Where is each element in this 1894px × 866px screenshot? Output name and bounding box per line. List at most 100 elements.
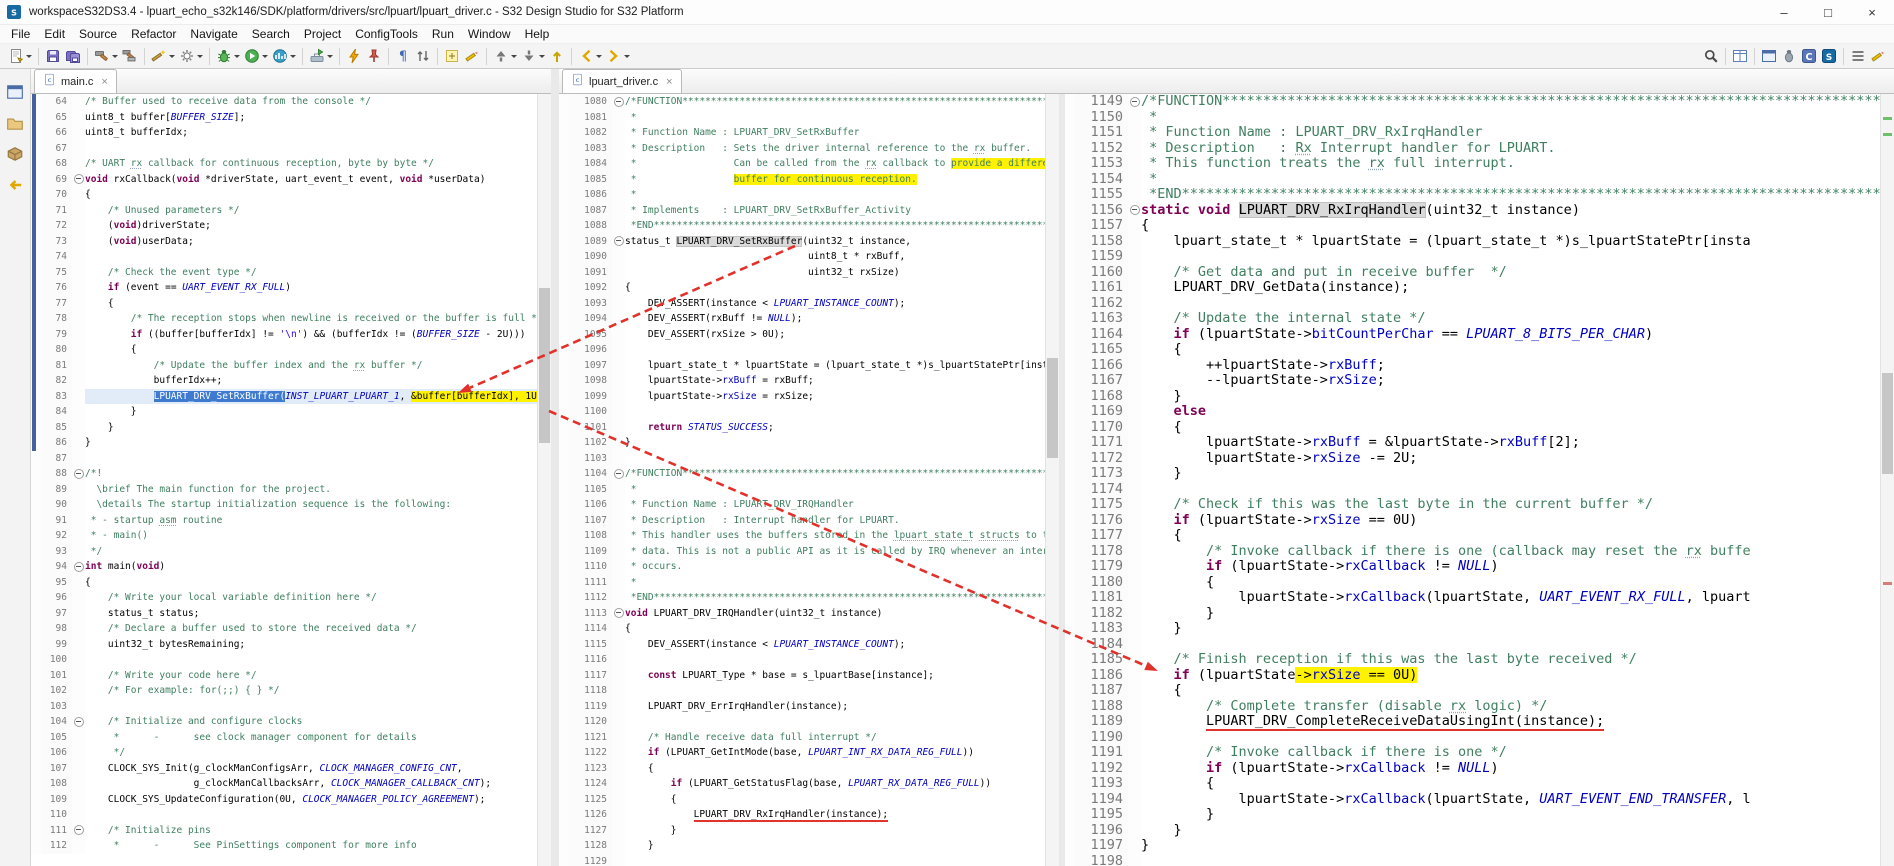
fold-column[interactable] xyxy=(612,94,625,110)
new-wizard-button[interactable] xyxy=(149,46,177,66)
line-number[interactable]: 1183 xyxy=(1075,620,1128,637)
code-line[interactable]: 1182 } xyxy=(1065,605,1880,621)
line-number[interactable]: 95 xyxy=(41,574,72,590)
line-number[interactable]: 1110 xyxy=(569,559,612,575)
line-number[interactable]: 80 xyxy=(41,342,72,358)
code-line[interactable]: 1108 * This handler uses the buffers sto… xyxy=(559,528,1045,544)
line-number[interactable]: 71 xyxy=(41,202,72,218)
code-line[interactable]: 104 /* Initialize and configure clocks xyxy=(31,714,537,730)
code-line[interactable]: 1183 } xyxy=(1065,620,1880,637)
code-line[interactable]: 1080 /*FUNCTION**************************… xyxy=(559,94,1045,110)
code-line[interactable]: 1106 * Function Name : LPUART_DRV_IRQHan… xyxy=(559,497,1045,513)
code-line[interactable]: 103 xyxy=(31,698,537,714)
line-number[interactable]: 105 xyxy=(41,729,72,745)
line-number[interactable]: 1154 xyxy=(1075,171,1128,187)
line-number[interactable]: 107 xyxy=(41,760,72,776)
line-number[interactable]: 1196 xyxy=(1075,822,1128,838)
line-number[interactable]: 1083 xyxy=(569,140,612,156)
code-line[interactable]: 1123 { xyxy=(559,760,1045,776)
view-menu-button[interactable] xyxy=(1848,46,1868,66)
line-number[interactable]: 98 xyxy=(41,621,72,637)
code-line[interactable]: 65 uint8_t buffer[BUFFER_SIZE]; xyxy=(31,109,537,125)
save-all-button[interactable] xyxy=(63,46,83,66)
code-line[interactable]: 1089 status_t LPUART_DRV_SetRxBuffer(uint… xyxy=(559,233,1045,249)
build-button[interactable] xyxy=(92,46,120,66)
code-line[interactable]: 100 xyxy=(31,652,537,668)
code-line[interactable]: 68 /* UART rx callback for continuous rec… xyxy=(31,156,537,172)
line-number[interactable]: 1090 xyxy=(569,249,612,265)
code-line[interactable]: 1086 * xyxy=(559,187,1045,203)
code-line[interactable]: 1101 return STATUS_SUCCESS; xyxy=(559,419,1045,435)
code-line[interactable]: 88 /*! xyxy=(31,466,537,482)
line-number[interactable]: 88 xyxy=(41,466,72,482)
mark-occurrences-button[interactable] xyxy=(442,46,462,66)
line-number[interactable]: 106 xyxy=(41,745,72,761)
scrollbar-main-c[interactable] xyxy=(537,94,551,866)
code-line[interactable]: 1094 DEV_ASSERT(rxBuff != NULL); xyxy=(559,311,1045,327)
line-number[interactable]: 1189 xyxy=(1075,713,1128,730)
external-tools-button[interactable] xyxy=(307,46,335,66)
line-number[interactable]: 1181 xyxy=(1075,589,1128,606)
collapse-icon[interactable] xyxy=(73,825,84,836)
line-number[interactable]: 1186 xyxy=(1075,667,1128,683)
line-number[interactable]: 1162 xyxy=(1075,295,1128,311)
code-line[interactable]: 1129 xyxy=(559,853,1045,866)
line-number[interactable]: 1098 xyxy=(569,373,612,389)
show-whitespace-button[interactable]: ¶ xyxy=(393,46,413,66)
code-line[interactable]: 1119 LPUART_DRV_ErrIrqHandler(instance); xyxy=(559,698,1045,714)
line-number[interactable]: 110 xyxy=(41,807,72,823)
code-line[interactable]: 1126 LPUART_DRV_RxIrqHandler(instance); xyxy=(559,807,1045,823)
code-line[interactable]: 82 bufferIdx++; xyxy=(31,373,537,389)
code-line[interactable]: 1174 xyxy=(1065,481,1880,497)
menu-project[interactable]: Project xyxy=(297,26,348,42)
menu-source[interactable]: Source xyxy=(72,26,124,42)
code-line[interactable]: 1192 if (lpuartState->rxCallback != NULL… xyxy=(1065,760,1880,776)
fold-column[interactable] xyxy=(1128,202,1141,218)
line-number[interactable]: 1122 xyxy=(569,745,612,761)
code-line[interactable]: 83 LPUART_DRV_SetRxBuffer(INST_LPUART_LP… xyxy=(31,388,537,404)
line-number[interactable]: 75 xyxy=(41,264,72,280)
collapse-icon[interactable] xyxy=(613,96,624,107)
line-number[interactable]: 65 xyxy=(41,109,72,125)
code-line[interactable]: 107 CLOCK_SYS_Init(g_clockManConfigsArr,… xyxy=(31,760,537,776)
line-number[interactable]: 109 xyxy=(41,791,72,807)
line-number[interactable]: 102 xyxy=(41,683,72,699)
collapse-icon[interactable] xyxy=(73,468,84,479)
code-line[interactable]: 64 /* Buffer used to receive data from th… xyxy=(31,94,537,110)
collapse-icon[interactable] xyxy=(613,236,624,247)
line-number[interactable]: 1192 xyxy=(1075,760,1128,776)
code-line[interactable]: 1155 *END*******************************… xyxy=(1065,186,1880,203)
code-line[interactable]: 73 (void)userData; xyxy=(31,233,537,249)
menu-search[interactable]: Search xyxy=(245,26,297,42)
tab-main-c[interactable]: c main.c × xyxy=(34,69,117,93)
line-number[interactable]: 1080 xyxy=(569,94,612,110)
menu-run[interactable]: Run xyxy=(425,26,461,42)
line-number[interactable]: 1153 xyxy=(1075,155,1128,172)
code-line[interactable]: 1159 xyxy=(1065,248,1880,265)
code-line[interactable]: 1092 { xyxy=(559,280,1045,296)
code-line[interactable]: 1121 /* Handle receive data full interru… xyxy=(559,729,1045,745)
code-line[interactable]: 1189 LPUART_DRV_CompleteReceiveDataUsing… xyxy=(1065,713,1880,731)
line-number[interactable]: 1102 xyxy=(569,435,612,451)
line-number[interactable]: 1085 xyxy=(569,171,612,187)
config-tools-button[interactable] xyxy=(177,46,205,66)
profile-button[interactable] xyxy=(270,46,298,66)
line-number[interactable]: 1100 xyxy=(569,404,612,420)
line-number[interactable]: 1184 xyxy=(1075,636,1128,652)
code-line[interactable]: 1120 xyxy=(559,714,1045,730)
line-number[interactable]: 1088 xyxy=(569,218,612,234)
line-number[interactable]: 1176 xyxy=(1075,512,1128,528)
code-line[interactable]: 1160 /* Get data and put in receive buff… xyxy=(1065,264,1880,280)
line-number[interactable]: 1175 xyxy=(1075,496,1128,513)
line-number[interactable]: 73 xyxy=(41,233,72,249)
code-line[interactable]: 1105 * xyxy=(559,481,1045,497)
line-number[interactable]: 69 xyxy=(41,171,72,187)
code-line[interactable]: 99 uint32_t bytesRemaining; xyxy=(31,636,537,652)
code-line[interactable]: 80 { xyxy=(31,342,537,358)
line-number[interactable]: 1112 xyxy=(569,590,612,606)
line-number[interactable]: 1113 xyxy=(569,605,612,621)
line-number[interactable]: 87 xyxy=(41,450,72,466)
code-line[interactable]: 1185 /* Finish reception if this was the… xyxy=(1065,651,1880,668)
line-number[interactable]: 1149 xyxy=(1075,94,1128,110)
code-line[interactable]: 102 /* For example: for(;;) { } */ xyxy=(31,683,537,699)
